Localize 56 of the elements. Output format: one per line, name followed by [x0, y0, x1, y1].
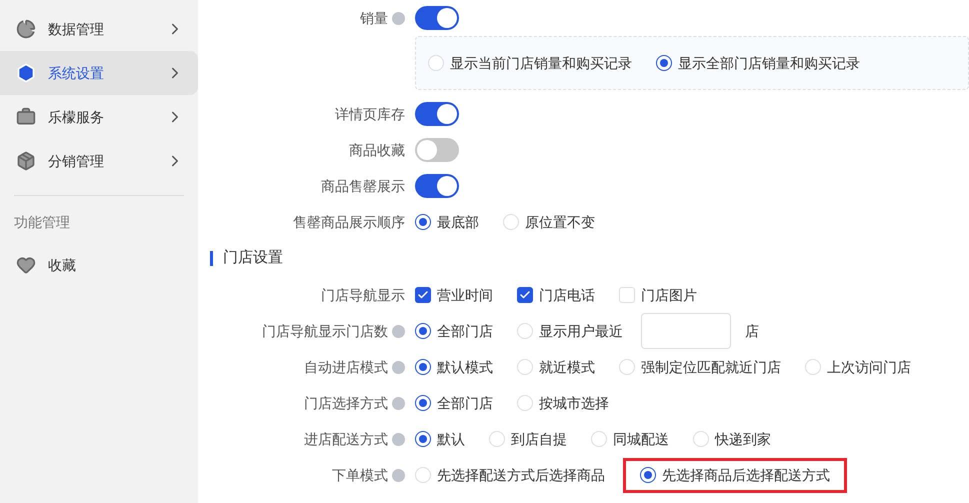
radio-option[interactable]: 默认 [415, 428, 465, 450]
help-icon[interactable] [392, 468, 405, 482]
help-icon[interactable] [392, 432, 405, 446]
radio-option[interactable]: 到店自提 [489, 428, 567, 450]
checkbox-option[interactable]: 门店电话 [517, 284, 595, 306]
toggle-switch[interactable] [415, 174, 459, 198]
field-label: 销量 [360, 8, 388, 28]
toggle-switch[interactable] [415, 102, 459, 126]
sidebar-item[interactable]: 数据管理 [0, 7, 198, 51]
radio-option[interactable]: 先选择商品后选择配送方式 [640, 464, 830, 486]
toggle-switch[interactable] [415, 6, 459, 30]
help-icon[interactable] [392, 324, 405, 338]
field-label: 商品售罄展示 [321, 176, 405, 196]
radio-option[interactable]: 全部门店 [415, 392, 493, 414]
radio-option[interactable]: 就近模式 [517, 356, 595, 378]
radio-option[interactable]: 显示用户最近 [517, 320, 623, 342]
radio-option[interactable]: 默认模式 [415, 356, 493, 378]
sidebar-item[interactable]: 收藏 [0, 243, 198, 287]
help-icon[interactable] [392, 396, 405, 410]
field-label: 门店选择方式 [304, 394, 388, 412]
field-label: 下单模式 [332, 466, 388, 484]
radio-option[interactable]: 全部门店 [415, 320, 493, 342]
radio-option[interactable]: 强制定位匹配就近门店 [619, 356, 781, 378]
radio-option[interactable]: 显示全部门店销量和购买记录 [656, 52, 860, 74]
unit-label: 店 [745, 322, 759, 340]
briefcase-icon [16, 107, 36, 127]
field-label: 门店导航显示 [321, 286, 405, 304]
radio-option[interactable]: 先选择配送方式后选择商品 [415, 464, 605, 486]
radio-option[interactable]: 上次访问门店 [805, 356, 911, 378]
count-input[interactable] [641, 313, 731, 349]
hexagon-icon [16, 63, 36, 83]
field-label: 售罄商品展示顺序 [293, 212, 405, 232]
pie-chart-icon [16, 19, 36, 39]
radio-option[interactable]: 原位置不变 [503, 212, 595, 232]
field-label: 自动进店模式 [304, 358, 388, 376]
field-label: 商品收藏 [349, 140, 405, 160]
field-label: 进店配送方式 [304, 430, 388, 448]
radio-option[interactable]: 快递到家 [693, 428, 771, 450]
section-title: 门店设置 [223, 248, 283, 268]
radio-option[interactable]: 显示当前门店销量和购买记录 [428, 52, 632, 74]
checkbox-option[interactable]: 门店图片 [619, 284, 697, 306]
radio-option[interactable]: 按城市选择 [517, 392, 609, 414]
radio-option[interactable]: 最底部 [415, 212, 479, 232]
help-icon[interactable] [392, 360, 405, 374]
box-icon [16, 151, 36, 171]
sidebar-item[interactable]: 分销管理 [0, 139, 198, 183]
sidebar-item[interactable]: 乐檬服务 [0, 95, 198, 139]
radio-option[interactable]: 同城配送 [591, 428, 669, 450]
checkbox-option[interactable]: 营业时间 [415, 284, 493, 306]
toggle-switch[interactable] [415, 138, 459, 162]
help-icon[interactable] [392, 12, 405, 24]
heart-icon [16, 255, 36, 275]
field-label: 详情页库存 [335, 104, 405, 124]
sidebar-section-title: 功能管理 [13, 213, 71, 232]
sidebar-item[interactable]: 系统设置 [0, 51, 198, 95]
field-label: 门店导航显示门店数 [262, 322, 388, 340]
